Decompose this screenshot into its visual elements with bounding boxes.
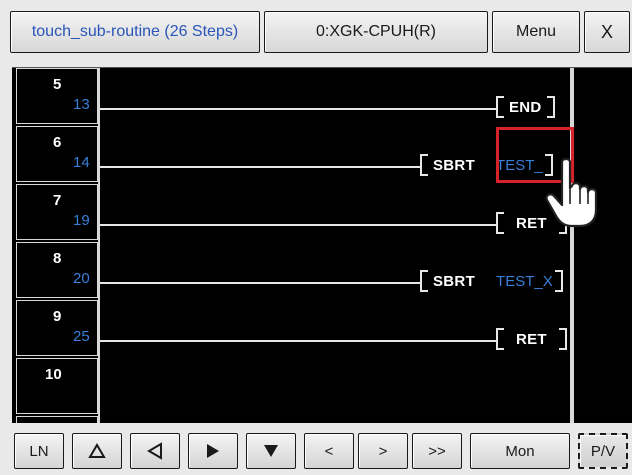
rung-cell[interactable]: 7 19 xyxy=(16,184,98,240)
top-toolbar: touch_sub-routine (26 Steps) 0:XGK-CPUH(… xyxy=(0,0,632,64)
instruction-sbrt[interactable]: SBRT TEST_X xyxy=(420,270,563,292)
jump-button[interactable]: >> xyxy=(412,433,462,469)
rung-number: 6 xyxy=(53,134,62,151)
instruction-ret[interactable]: RET xyxy=(496,328,567,350)
bracket-right xyxy=(546,96,555,118)
rung-cell[interactable]: 5 13 xyxy=(16,68,98,124)
mon-button[interactable]: Mon xyxy=(470,433,570,469)
left-triangle-icon xyxy=(147,442,162,460)
instruction-op: RET xyxy=(516,330,547,348)
right-power-rail xyxy=(570,68,574,424)
left-button[interactable] xyxy=(130,433,180,469)
up-triangle-icon xyxy=(88,443,106,458)
bracket-left xyxy=(496,96,504,118)
rung-number: 8 xyxy=(53,250,62,267)
rung-step: 19 xyxy=(73,212,90,229)
rung-cell[interactable]: 6 14 xyxy=(16,126,98,182)
instruction-end[interactable]: END xyxy=(496,96,555,118)
instruction-op: END xyxy=(509,98,542,116)
right-triangle-icon xyxy=(207,444,219,458)
menu-button[interactable]: Menu xyxy=(492,11,580,53)
bracket-left xyxy=(420,270,428,292)
rung-wire xyxy=(100,282,420,284)
rung-wire xyxy=(100,340,496,342)
rung-cell[interactable]: 10 xyxy=(16,358,98,414)
instruction-op: SBRT xyxy=(433,156,476,174)
up-button[interactable] xyxy=(72,433,122,469)
rung-wire xyxy=(100,166,420,168)
rung-cell[interactable]: 8 20 xyxy=(16,242,98,298)
rung-step: 13 xyxy=(73,96,90,113)
bottom-toolbar: LN < > >> Mon P/V xyxy=(0,423,632,475)
rung-number: 10 xyxy=(45,366,62,383)
pv-button[interactable]: P/V xyxy=(578,433,628,469)
close-button[interactable]: X xyxy=(584,11,630,53)
bracket-right xyxy=(558,328,567,350)
down-button[interactable] xyxy=(246,433,296,469)
prev-page-button[interactable]: < xyxy=(304,433,354,469)
instruction-op: SBRT xyxy=(433,272,476,290)
bracket-left xyxy=(420,154,428,176)
ln-button[interactable]: LN xyxy=(14,433,64,469)
rung-step: 14 xyxy=(73,154,90,171)
rung-step: 25 xyxy=(73,328,90,345)
bracket-left xyxy=(496,212,504,234)
next-page-button[interactable]: > xyxy=(358,433,408,469)
bracket-left xyxy=(496,328,504,350)
right-button[interactable] xyxy=(188,433,238,469)
rung-number: 7 xyxy=(53,192,62,209)
program-title-button[interactable]: touch_sub-routine (26 Steps) xyxy=(10,11,260,53)
rung-wire xyxy=(100,108,496,110)
ladder-editor[interactable]: 5 13 6 14 7 19 8 20 9 25 10 END SBRT TES… xyxy=(12,67,632,424)
rung-cell[interactable]: 9 25 xyxy=(16,300,98,356)
rung-number: 9 xyxy=(53,308,62,325)
rung-step: 20 xyxy=(73,270,90,287)
rung-number: 5 xyxy=(53,76,62,93)
bracket-right xyxy=(554,270,563,292)
pointing-hand-icon xyxy=(545,157,598,228)
down-triangle-icon xyxy=(264,445,278,457)
cpu-status-button[interactable]: 0:XGK-CPUH(R) xyxy=(264,11,488,53)
left-power-rail xyxy=(98,68,100,424)
rung-wire xyxy=(100,224,496,226)
instruction-arg[interactable]: TEST_X xyxy=(494,273,555,290)
